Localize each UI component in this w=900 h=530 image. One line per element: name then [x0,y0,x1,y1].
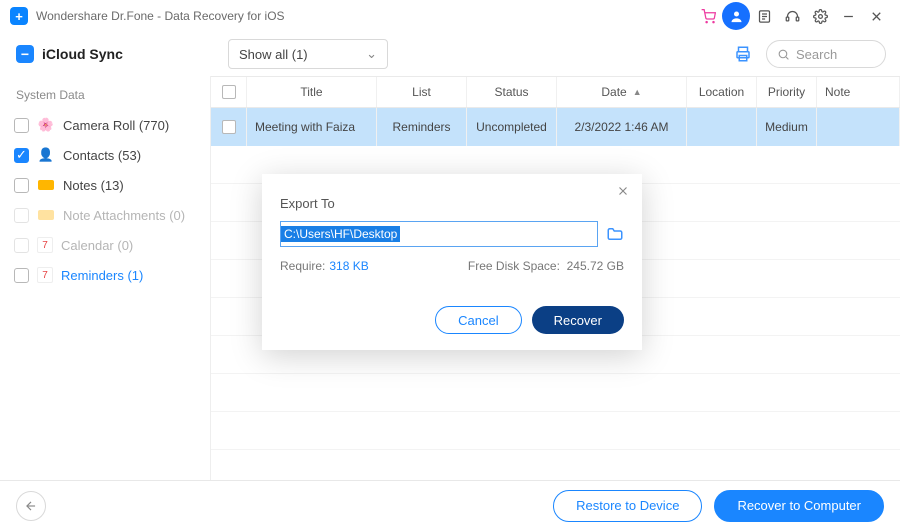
section-heading: − iCloud Sync [0,45,210,63]
contacts-icon: 👤 [37,146,55,164]
checkbox[interactable]: ✓ [14,148,29,163]
section-heading-label: iCloud Sync [42,46,123,62]
sidebar-item-label: Contacts (53) [63,148,141,163]
sidebar-item-label: Notes (13) [63,178,124,193]
minimize-icon[interactable] [834,2,862,30]
sidebar-item-label: Calendar (0) [61,238,133,253]
footer: Restore to Device Recover to Computer [0,480,900,530]
calendar-icon: 7 [37,237,53,253]
cell-title: Meeting with Faiza [247,108,377,146]
cell-location [687,108,757,146]
export-modal: Export To C:\Users\HF\Desktop Require:31… [262,174,642,350]
toolbar: − iCloud Sync Show all (1) ⌄ Search [0,32,900,76]
table-header: Title List Status Date▲ Location Priorit… [211,76,900,108]
cell-date: 2/3/2022 1:46 AM [557,108,687,146]
search-icon [777,48,790,61]
icloud-sync-icon: − [16,45,34,63]
restore-to-device-button[interactable]: Restore to Device [553,490,702,522]
export-path-input[interactable]: C:\Users\HF\Desktop [280,221,598,247]
require-value: 318 KB [329,259,368,273]
sidebar-item-reminders[interactable]: 7 Reminders (1) [6,260,204,290]
settings-gear-icon[interactable] [806,2,834,30]
cell-priority: Medium [757,108,817,146]
reminders-icon: 7 [37,267,53,283]
browse-folder-icon[interactable] [606,225,624,243]
sidebar-item-notes[interactable]: Notes (13) [6,170,204,200]
checkbox[interactable] [14,118,29,133]
col-title[interactable]: Title [247,77,377,107]
sidebar-item-label: Camera Roll (770) [63,118,169,133]
filter-dropdown[interactable]: Show all (1) ⌄ [228,39,388,69]
sidebar: System Data 🌸 Camera Roll (770) ✓ 👤 Cont… [0,76,210,480]
chevron-down-icon: ⌄ [366,46,377,62]
attachments-icon [37,206,55,224]
sidebar-item-calendar[interactable]: 7 Calendar (0) [6,230,204,260]
col-location[interactable]: Location [687,77,757,107]
modal-close-icon[interactable] [616,184,630,198]
filter-label: Show all (1) [239,47,308,62]
sort-asc-icon: ▲ [633,87,642,97]
back-button[interactable] [16,491,46,521]
sidebar-item-label: Note Attachments (0) [63,208,185,223]
sidebar-item-label: Reminders (1) [61,268,143,283]
checkbox[interactable] [14,238,29,253]
account-avatar-icon[interactable] [722,2,750,30]
modal-title: Export To [280,196,624,211]
app-logo-icon: + [10,7,28,25]
cell-status: Uncompleted [467,108,557,146]
checkbox[interactable] [14,268,29,283]
col-priority[interactable]: Priority [757,77,817,107]
cart-icon[interactable] [694,2,722,30]
col-status[interactable]: Status [467,77,557,107]
window-title: Wondershare Dr.Fone - Data Recovery for … [36,9,285,23]
photos-icon: 🌸 [37,116,55,134]
sidebar-item-camera-roll[interactable]: 🌸 Camera Roll (770) [6,110,204,140]
col-list[interactable]: List [377,77,467,107]
col-date[interactable]: Date▲ [557,77,687,107]
support-headset-icon[interactable] [778,2,806,30]
cell-list: Reminders [377,108,467,146]
sidebar-item-note-attachments[interactable]: Note Attachments (0) [6,200,204,230]
modal-cancel-button[interactable]: Cancel [435,306,521,334]
row-checkbox[interactable] [222,120,236,134]
cell-note [817,108,900,146]
notes-icon [37,176,55,194]
export-path-value: C:\Users\HF\Desktop [281,226,400,242]
sidebar-group-label: System Data [6,82,204,110]
search-placeholder: Search [796,47,837,62]
titlebar: + Wondershare Dr.Fone - Data Recovery fo… [0,0,900,32]
recover-to-computer-button[interactable]: Recover to Computer [714,490,884,522]
table-row[interactable]: Meeting with Faiza Reminders Uncompleted… [211,108,900,146]
select-all-checkbox[interactable] [222,85,236,99]
checkbox[interactable] [14,208,29,223]
feedback-icon[interactable] [750,2,778,30]
modal-recover-button[interactable]: Recover [532,306,624,334]
col-note[interactable]: Note [817,77,900,107]
sidebar-item-contacts[interactable]: ✓ 👤 Contacts (53) [6,140,204,170]
require-label: Require:318 KB [280,259,369,273]
checkbox[interactable] [14,178,29,193]
print-icon[interactable] [734,45,752,63]
free-space-value: 245.72 GB [567,259,624,273]
close-window-icon[interactable] [862,2,890,30]
search-input[interactable]: Search [766,40,886,68]
free-space-label: Free Disk Space: 245.72 GB [468,259,624,273]
